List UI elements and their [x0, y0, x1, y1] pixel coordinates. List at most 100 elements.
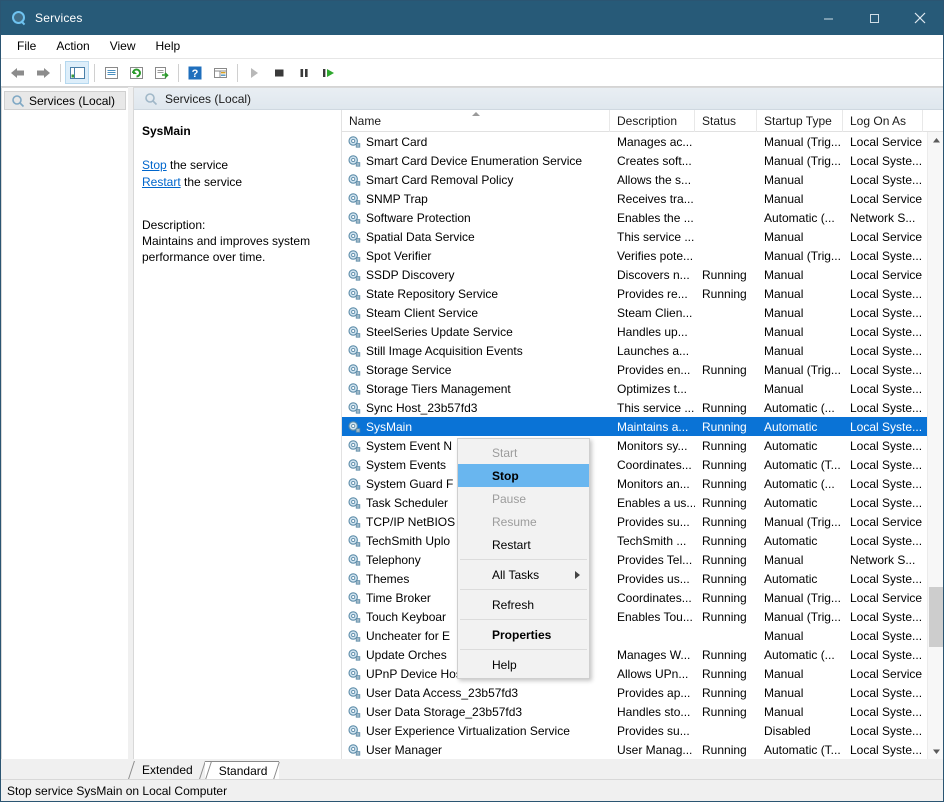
stop-service-icon[interactable] [267, 61, 291, 84]
table-row[interactable]: User Data Storage_23b57fd3 Handles sto...… [342, 702, 927, 721]
table-row[interactable]: State Repository Service Provides re... Ru… [342, 284, 927, 303]
help-icon[interactable]: ? [183, 61, 207, 84]
scroll-down-button[interactable] [928, 743, 943, 760]
cell-status: Running [702, 267, 747, 282]
scroll-up-button[interactable] [928, 132, 943, 149]
table-row[interactable]: SysMain Maintains a... Running Automatic Loc… [342, 417, 927, 436]
table-row[interactable]: System Event N Monitors sy... Running Autom… [342, 436, 927, 455]
table-row[interactable]: Still Image Acquisition Events Launches a… [342, 341, 927, 360]
cell-startup-type: Automatic (T... [764, 742, 841, 757]
table-row[interactable]: TechSmith Uplo TechSmith ... Running Automa… [342, 531, 927, 550]
menu-help[interactable]: Help [146, 36, 191, 57]
service-gear-icon [347, 515, 361, 529]
back-icon[interactable] [6, 61, 30, 84]
table-row[interactable]: User Manager User Manag... Running Automati… [342, 740, 927, 759]
table-row[interactable]: Update Orches Manages W... Running Automati… [342, 645, 927, 664]
menu-action[interactable]: Action [46, 36, 99, 57]
restart-service-icon[interactable] [317, 61, 341, 84]
column-header-startup-type[interactable]: Startup Type [757, 110, 843, 132]
table-row[interactable]: System Guard F Monitors an... Running Autom… [342, 474, 927, 493]
detail-stop-action: Stop the service [142, 157, 329, 174]
cell-description: Provides Tel... [617, 552, 693, 567]
column-header-log-on-as[interactable]: Log On As [843, 110, 923, 132]
service-gear-icon [347, 667, 361, 681]
tree-item-services-local[interactable]: Services (Local) [4, 91, 126, 110]
pause-service-icon[interactable] [292, 61, 316, 84]
service-name: Software Protection [366, 210, 471, 225]
scrollbar-thumb[interactable] [929, 587, 943, 647]
restart-service-link[interactable]: Restart [142, 175, 181, 189]
tab-extended[interactable]: Extended [128, 761, 205, 779]
cell-name: Smart Card [342, 135, 610, 149]
refresh-icon[interactable] [124, 61, 148, 84]
table-row[interactable]: Smart Card Removal Policy Allows the s...… [342, 170, 927, 189]
table-row[interactable]: Themes Provides us... Running Automatic Loca… [342, 569, 927, 588]
column-header-description[interactable]: Description [610, 110, 695, 132]
show-hide-tree-icon[interactable] [65, 61, 89, 84]
vertical-scrollbar[interactable] [927, 132, 943, 760]
table-row[interactable]: Storage Tiers Management Optimizes t... Ma… [342, 379, 927, 398]
cell-status: Running [702, 362, 747, 377]
menu-item-label: Restart [492, 537, 531, 552]
table-row[interactable]: Task Scheduler Enables a us... Running Auto… [342, 493, 927, 512]
table-row[interactable]: SSDP Discovery Discovers n... Running Manua… [342, 265, 927, 284]
cell-startup-type: Manual (Trig... [764, 590, 841, 605]
table-row[interactable]: SteelSeries Update Service Handles up... M… [342, 322, 927, 341]
column-header-status[interactable]: Status [695, 110, 757, 132]
maximize-button[interactable] [851, 1, 897, 35]
cell-name: Spatial Data Service [342, 230, 610, 244]
table-row[interactable]: User Data Access_23b57fd3 Provides ap... R… [342, 683, 927, 702]
table-row[interactable]: Touch Keyboar Enables Tou... Running Manual… [342, 607, 927, 626]
view-details-icon[interactable] [208, 61, 232, 84]
service-gear-icon [347, 363, 361, 377]
table-row[interactable]: SNMP Trap Receives tra... Manual Local Serv… [342, 189, 927, 208]
cell-startup-type: Manual [764, 267, 804, 282]
menu-item-all-tasks[interactable]: All Tasks [458, 563, 589, 586]
table-row[interactable]: Uncheater for E Manual Local Syste... [342, 626, 927, 645]
table-row[interactable]: Smart Card Device Enumeration Service Cre… [342, 151, 927, 170]
table-row[interactable]: Time Broker Coordinates... Running Manual (… [342, 588, 927, 607]
export-list-icon[interactable] [149, 61, 173, 84]
table-row[interactable]: TCP/IP NetBIOS Provides su... Running Manua… [342, 512, 927, 531]
table-row[interactable]: System Events Coordinates... Running Automa… [342, 455, 927, 474]
menu-item-properties[interactable]: Properties [458, 623, 589, 646]
menu-view[interactable]: View [100, 36, 146, 57]
close-button[interactable] [897, 1, 943, 35]
tab-standard[interactable]: Standard [204, 761, 280, 779]
table-row[interactable]: Spot Verifier Verifies pote... Manual (Tri… [342, 246, 927, 265]
forward-icon[interactable] [31, 61, 55, 84]
properties-list-icon[interactable] [99, 61, 123, 84]
start-service-icon[interactable] [242, 61, 266, 84]
cell-status: Running [702, 457, 747, 472]
service-name: Touch Keyboar [366, 609, 447, 624]
table-row[interactable]: Spatial Data Service This service ... Manu… [342, 227, 927, 246]
menu-item-refresh[interactable]: Refresh [458, 593, 589, 616]
service-name: SSDP Discovery [366, 267, 455, 282]
service-name: Smart Card Removal Policy [366, 172, 514, 187]
service-gear-icon [347, 325, 361, 339]
table-row[interactable]: UPnP Device Host Allows UPn... Running Manu… [342, 664, 927, 683]
menu-item-restart[interactable]: Restart [458, 533, 589, 556]
toolbar-separator [178, 63, 179, 82]
cell-description: Provides us... [617, 571, 690, 586]
table-row[interactable]: Sync Host_23b57fd3 This service ... Runnin… [342, 398, 927, 417]
stop-service-link[interactable]: Stop [142, 158, 167, 172]
cell-status: Running [702, 647, 747, 662]
menu-file[interactable]: File [7, 36, 46, 57]
table-row[interactable]: Telephony Provides Tel... Running Manual Net… [342, 550, 927, 569]
restart-suffix: the service [180, 175, 243, 189]
table-row[interactable]: Storage Service Provides en... Running Manu… [342, 360, 927, 379]
table-row[interactable]: Steam Client Service Steam Clien... Manual… [342, 303, 927, 322]
menu-item-help[interactable]: Help [458, 653, 589, 676]
table-row[interactable]: User Experience Virtualization Service Pr… [342, 721, 927, 740]
service-name: TCP/IP NetBIOS [366, 514, 456, 529]
table-row[interactable]: Software Protection Enables the ... Automa… [342, 208, 927, 227]
cell-status: Running [702, 438, 747, 453]
menu-item-stop[interactable]: Stop [458, 464, 589, 487]
service-name: UPnP Device Host [366, 666, 466, 681]
service-name: TechSmith Uplo [366, 533, 451, 548]
column-header-name[interactable]: Name [342, 110, 610, 132]
minimize-button[interactable] [805, 1, 851, 35]
cell-log-on-as: Local Syste... [850, 685, 923, 700]
table-row[interactable]: Smart Card Manages ac... Manual (Trig... Lo… [342, 132, 927, 151]
